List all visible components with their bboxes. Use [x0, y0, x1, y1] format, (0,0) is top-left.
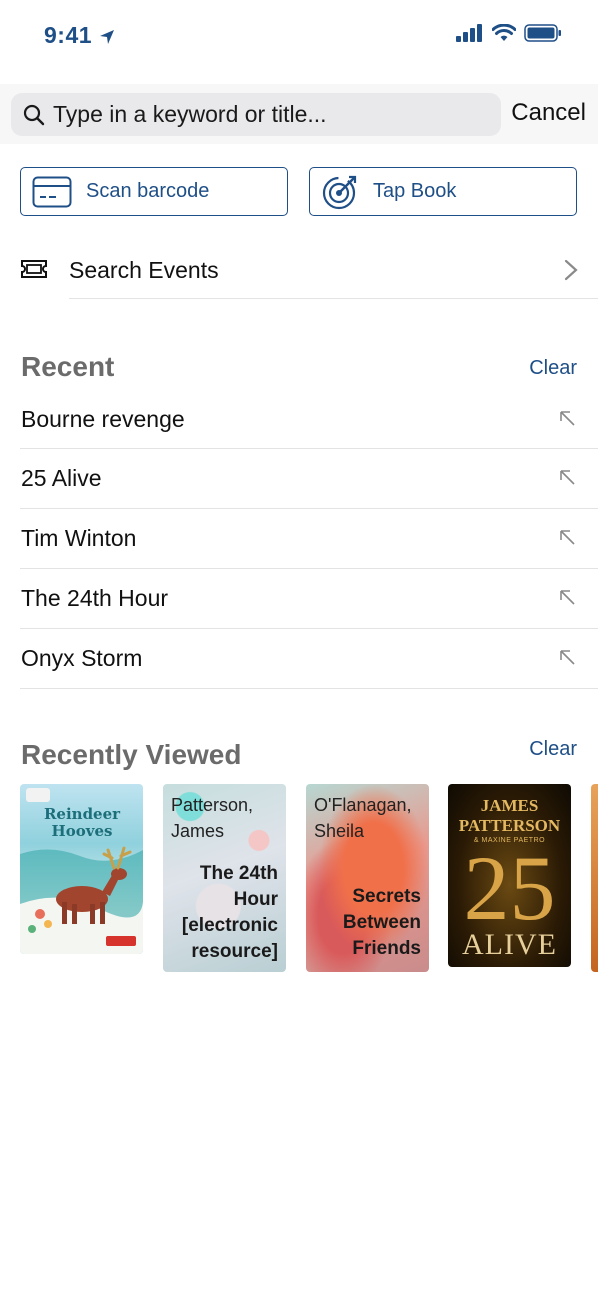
book-cover-partial[interactable]	[591, 784, 598, 972]
search-input[interactable]	[53, 101, 493, 128]
cancel-button[interactable]: Cancel	[511, 99, 586, 127]
status-bar: 9:41	[0, 0, 598, 72]
tap-book-button[interactable]: Tap Book	[309, 167, 577, 216]
book-cover-25-alive[interactable]: JAMES PATTERSON & MAXINE PAETRO 25 ALIVE	[448, 784, 571, 967]
cellular-signal-icon	[456, 24, 482, 42]
recent-item[interactable]: Onyx Storm	[20, 629, 598, 689]
recent-list: Bourne revenge 25 Alive Tim Winton The 2…	[20, 390, 598, 689]
book-cover-reindeer-hooves[interactable]: Reindeer Hooves	[20, 784, 143, 954]
status-icons	[456, 24, 562, 42]
recently-viewed-clear-button[interactable]: Clear	[529, 738, 577, 761]
recent-item-label: Bourne revenge	[21, 406, 185, 432]
recently-viewed-carousel[interactable]: Reindeer Hooves Patterson, James The 24t…	[20, 784, 598, 984]
recent-item[interactable]: Tim Winton	[20, 509, 598, 569]
ticket-icon	[20, 259, 48, 284]
book-title: Secrets Between Friends	[342, 886, 421, 959]
tap-book-label: Tap Book	[373, 180, 457, 202]
wifi-icon	[492, 24, 516, 41]
book-title: The 24th Hour [electronic resource]	[181, 863, 278, 962]
arrow-up-left-icon[interactable]	[558, 409, 576, 432]
divider	[69, 298, 598, 299]
recently-viewed-title: Recently Viewed	[21, 739, 242, 770]
arrow-up-left-icon[interactable]	[558, 468, 576, 491]
search-events-label: Search Events	[69, 257, 219, 283]
book-cover-secrets-between-friends[interactable]: O'Flanagan, Sheila Secrets Between Frien…	[306, 784, 429, 972]
status-time: 9:41	[44, 22, 115, 49]
book-cover-24th-hour[interactable]: Patterson, James The 24th Hour [electron…	[163, 784, 286, 972]
search-header: Cancel	[0, 84, 598, 144]
recent-title: Recent	[21, 351, 115, 382]
cover-title-text: ALIVE	[462, 928, 557, 961]
chevron-right-icon	[564, 259, 578, 286]
location-arrow-icon	[99, 29, 114, 44]
arrow-up-left-icon[interactable]	[558, 528, 576, 551]
cover-number: 25	[463, 837, 556, 939]
scan-barcode-label: Scan barcode	[86, 180, 210, 202]
recent-item-label: Onyx Storm	[21, 645, 143, 671]
cover-author-name: JAMES PATTERSON	[458, 796, 561, 835]
recent-item[interactable]: Bourne revenge	[20, 390, 598, 449]
recent-item[interactable]: 25 Alive	[20, 449, 598, 509]
recent-item[interactable]: The 24th Hour	[20, 569, 598, 629]
recent-item-label: Tim Winton	[21, 525, 137, 551]
recent-item-label: The 24th Hour	[21, 585, 169, 611]
arrow-up-left-icon[interactable]	[558, 588, 576, 611]
target-icon	[321, 173, 359, 211]
battery-icon	[524, 24, 561, 42]
book-author: Patterson, James	[171, 795, 254, 841]
search-box[interactable]	[11, 93, 501, 136]
reindeer-cover-title: Reindeer Hooves	[43, 805, 121, 840]
arrow-up-left-icon[interactable]	[558, 648, 576, 671]
scan-barcode-button[interactable]: Scan barcode	[20, 167, 288, 216]
recent-item-label: 25 Alive	[21, 465, 102, 491]
search-icon	[23, 104, 45, 125]
status-time-text: 9:41	[44, 22, 93, 48]
recent-clear-button[interactable]: Clear	[529, 357, 577, 380]
book-author: O'Flanagan, Sheila	[314, 795, 412, 841]
search-events-row[interactable]: Search Events	[0, 240, 598, 300]
barcode-card-icon	[32, 176, 72, 208]
